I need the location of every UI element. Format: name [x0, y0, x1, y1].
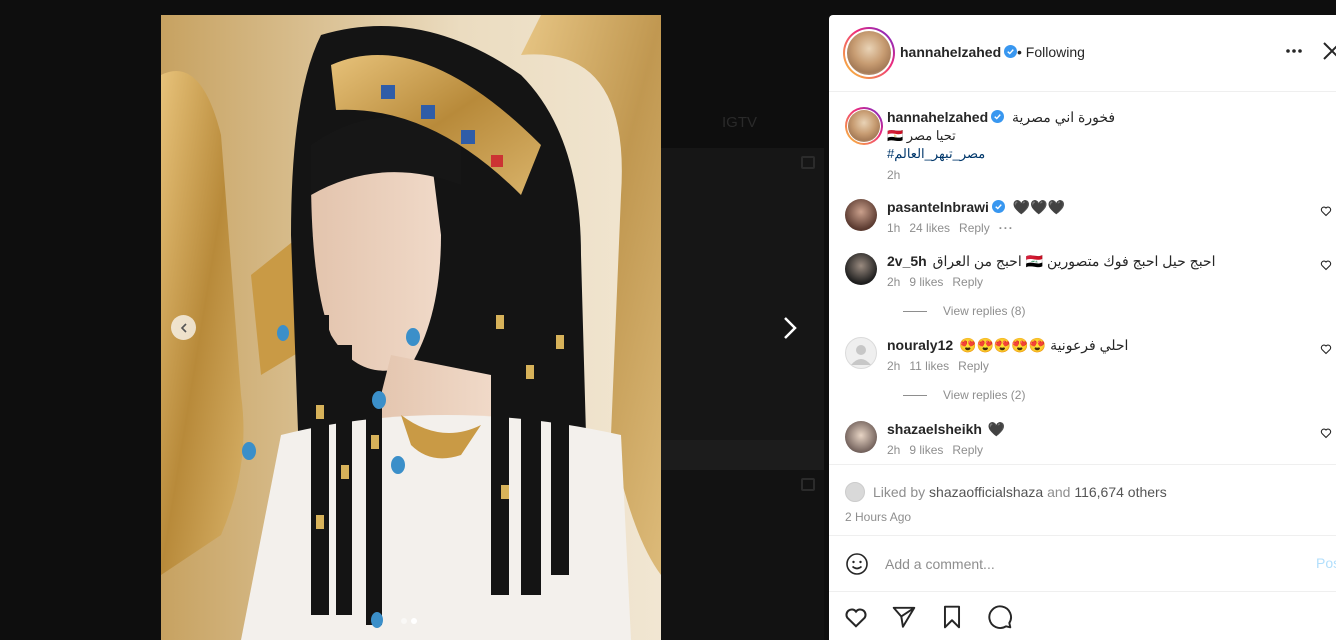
verified-badge-icon — [991, 200, 1005, 213]
bg-multi-icon — [801, 478, 815, 491]
post-photo-illustration — [161, 15, 661, 640]
liked-by-joiner: and — [1047, 484, 1071, 500]
comment-time: 2h — [887, 359, 901, 373]
chevron-left-icon — [180, 322, 187, 333]
view-replies-label: View replies (8) — [943, 304, 1026, 318]
post-detail-panel: hannahelzahed • Following hannahelzahed … — [829, 15, 1336, 640]
liked-by-user[interactable]: shazaofficialshaza — [929, 484, 1043, 500]
caption-hashtag[interactable]: #مصر_تبهر_العالم — [887, 146, 985, 162]
comment-row: shazaelsheikh 🖤 2h 9 likes Reply — [845, 421, 1332, 461]
avatar[interactable] — [845, 253, 877, 285]
comment-username[interactable]: shazaelsheikh — [887, 421, 982, 437]
comment-like-heart-icon[interactable] — [1320, 205, 1332, 217]
caption-text-line2: تحيا مصر 🇪🇬 — [887, 128, 956, 143]
comment-row: nouraly12 احلي فرعونية 😍😍😍😍😍 2h 11 likes R… — [845, 337, 1332, 417]
post-comment-button[interactable]: Post — [1316, 555, 1336, 571]
bg-divider — [661, 440, 824, 470]
comment-text: احبج حيل احبج فوك متصورين 🇮🇶 احبج من الع… — [932, 253, 1216, 269]
comment-input[interactable] — [885, 553, 1295, 575]
close-icon[interactable] — [1320, 39, 1336, 63]
carousel-prev-button[interactable] — [171, 315, 196, 340]
reply-button[interactable]: Reply — [952, 443, 983, 457]
carousel-indicator — [401, 618, 417, 624]
post-timestamp: 2 Hours Ago — [845, 510, 912, 524]
comment-likes[interactable]: 11 likes — [909, 359, 949, 373]
caption-username[interactable]: hannahelzahed — [887, 109, 988, 125]
reply-button[interactable]: Reply — [952, 275, 983, 289]
comment-text: 🖤🖤🖤 — [1012, 199, 1066, 215]
carousel-next-button[interactable] — [776, 314, 804, 342]
caption-row: hannahelzahed فخورة اني مصرية تحيا مصر 🇪… — [845, 107, 1325, 187]
default-avatar-icon — [851, 345, 871, 365]
caption-avatar[interactable] — [845, 107, 883, 145]
post-image[interactable] — [161, 15, 661, 640]
carousel-dot-active — [411, 618, 417, 624]
action-icon-bar — [843, 604, 1013, 630]
replies-divider — [903, 394, 927, 396]
comment-likes[interactable]: 9 likes — [909, 443, 943, 457]
avatar[interactable] — [845, 421, 877, 453]
comment-more-button[interactable]: ··· — [999, 221, 1014, 235]
caption-text-line1: فخورة اني مصرية — [1012, 109, 1116, 125]
chevron-right-icon — [784, 317, 797, 339]
post-header: hannahelzahed • Following — [829, 15, 1336, 92]
view-replies-button[interactable]: View replies (8) — [903, 304, 1025, 318]
comment-row: 2v_5h احبج حيل احبج فوك متصورين 🇮🇶 احبج … — [845, 253, 1332, 333]
replies-divider — [903, 310, 927, 312]
comments-list[interactable]: hannahelzahed فخورة اني مصرية تحيا مصر 🇪… — [829, 93, 1336, 464]
comment-likes[interactable]: 24 likes — [909, 221, 950, 235]
bg-igtv-label: IGTV — [722, 114, 758, 131]
verified-badge-icon — [991, 110, 1005, 123]
comment-time: 2h — [887, 443, 901, 457]
following-status[interactable]: • Following — [1017, 44, 1085, 60]
comment-row: pasantelnbrawi 🖤🖤🖤 1h 24 likes Reply ··· — [845, 199, 1332, 239]
avatar — [847, 31, 891, 75]
like-heart-icon[interactable] — [843, 604, 869, 630]
caption-time: 2h — [887, 168, 901, 182]
comment-time: 1h — [887, 221, 901, 235]
liked-by-row[interactable]: Liked by shazaofficialshaza and 116,674 … — [845, 482, 1167, 502]
save-bookmark-icon[interactable] — [939, 604, 965, 630]
bg-multi-icon — [801, 156, 815, 169]
emoji-icon[interactable] — [845, 552, 869, 576]
liked-by-prefix: Liked by — [873, 484, 926, 500]
comment-username[interactable]: nouraly12 — [887, 337, 953, 353]
comment-like-heart-icon[interactable] — [1320, 343, 1332, 355]
avatar[interactable] — [845, 337, 877, 369]
carousel-dot — [401, 618, 407, 624]
reply-button[interactable]: Reply — [958, 359, 989, 373]
post-actions: Liked by shazaofficialshaza and 116,674 … — [829, 464, 1336, 640]
bg-thumbnail — [661, 470, 824, 640]
comment-like-heart-icon[interactable] — [1320, 427, 1332, 439]
add-comment-bar: Post — [829, 535, 1336, 592]
comment-text: احلي فرعونية 😍😍😍😍😍 — [959, 337, 1129, 353]
comment-likes[interactable]: 9 likes — [909, 275, 943, 289]
liked-by-others[interactable]: 116,674 others — [1074, 484, 1166, 500]
verified-badge-icon — [1004, 45, 1018, 58]
avatar — [848, 110, 880, 142]
share-send-icon[interactable] — [891, 604, 917, 630]
reply-button[interactable]: Reply — [959, 221, 990, 235]
header-username-row[interactable]: hannahelzahed — [900, 44, 1018, 60]
bg-thumbnail — [661, 148, 824, 440]
view-replies-label: View replies (2) — [943, 388, 1026, 402]
comment-username[interactable]: 2v_5h — [887, 253, 927, 269]
avatar[interactable] — [845, 199, 877, 231]
avatar — [845, 482, 865, 502]
comment-like-heart-icon[interactable] — [1320, 259, 1332, 271]
header-avatar[interactable] — [843, 27, 895, 79]
comment-text: 🖤 — [987, 421, 1006, 437]
comment-time: 2h — [887, 275, 901, 289]
view-replies-button[interactable]: View replies (2) — [903, 388, 1025, 402]
more-options-icon[interactable] — [1284, 41, 1304, 61]
header-username[interactable]: hannahelzahed — [900, 44, 1001, 60]
comment-bubble-icon[interactable] — [987, 604, 1013, 630]
comment-username[interactable]: pasantelnbrawi — [887, 199, 989, 215]
